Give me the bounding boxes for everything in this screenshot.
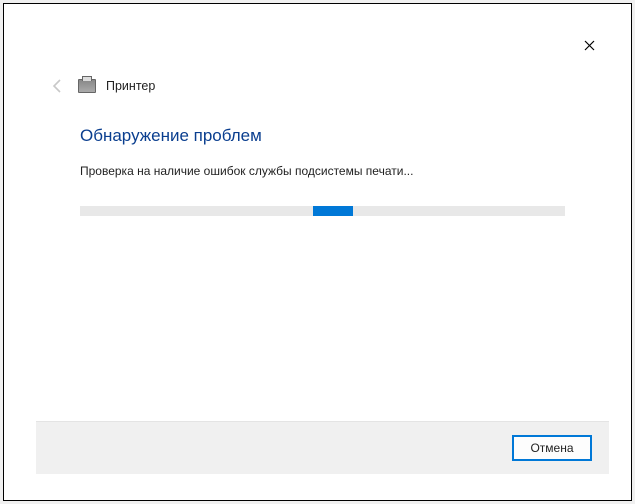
- window-title: Принтер: [106, 79, 155, 93]
- footer: Отмена: [36, 421, 609, 474]
- header-row: Принтер: [36, 68, 609, 106]
- titlebar: [36, 30, 609, 68]
- status-text: Проверка на наличие ошибок службы подсис…: [80, 164, 565, 178]
- progress-indicator: [313, 206, 353, 216]
- close-button[interactable]: [573, 34, 605, 58]
- page-heading: Обнаружение проблем: [80, 126, 565, 146]
- back-button: [48, 76, 68, 96]
- printer-icon: [78, 79, 96, 93]
- troubleshooter-dialog: Принтер Обнаружение проблем Проверка на …: [36, 30, 609, 474]
- content-area: Обнаружение проблем Проверка на наличие …: [36, 106, 609, 421]
- progress-bar: [80, 206, 565, 216]
- close-icon: [584, 38, 595, 54]
- window-frame: Принтер Обнаружение проблем Проверка на …: [3, 3, 632, 501]
- cancel-button[interactable]: Отмена: [513, 436, 591, 460]
